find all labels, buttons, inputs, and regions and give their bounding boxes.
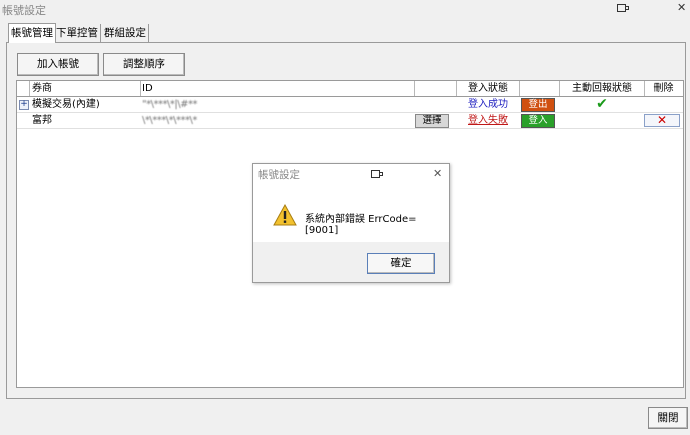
tab-order-control[interactable]: 下單控管 (54, 24, 101, 42)
tab-group-settings[interactable]: 群組設定 (102, 24, 149, 42)
close-button[interactable]: 關閉 (648, 407, 688, 429)
header-action (520, 81, 560, 96)
restore-window-icon[interactable] (617, 3, 629, 16)
tab-account-management[interactable]: 帳號管理 (8, 23, 56, 43)
window-title: 帳號設定 (2, 4, 46, 17)
close-icon[interactable]: ✕ (677, 1, 686, 14)
login-status: 登入失敗 (468, 115, 508, 126)
table-header: 券商 ID 登入狀態 主動回報狀態 刪除 (17, 81, 683, 97)
window-titlebar: 帳號設定 ✕ (0, 0, 690, 18)
account-id: "*\***\*|\#** (142, 99, 197, 110)
header-spacer (17, 81, 30, 96)
table-row[interactable]: 富邦 \*\***\*\***\* 選擇 登入失敗 登入 ✕ (17, 113, 683, 129)
reorder-button[interactable]: 調整順序 (103, 53, 185, 76)
login-button[interactable]: 登入 (521, 114, 555, 128)
ok-button[interactable]: 確定 (367, 253, 435, 274)
close-icon[interactable]: ✕ (433, 167, 442, 180)
login-status: 登入成功 (468, 99, 508, 110)
table-row[interactable]: + 模擬交易(內建) "*\***\*|\#** 登入成功 登出 ✔ (17, 97, 683, 113)
broker-name: 富邦 (32, 115, 52, 126)
account-id: \*\***\*\***\* (142, 115, 197, 126)
header-delete: 刪除 (653, 83, 674, 94)
header-login-status: 登入狀態 (457, 81, 520, 96)
logout-button[interactable]: 登出 (521, 98, 555, 112)
check-icon: ✔ (596, 96, 608, 112)
warning-icon (273, 203, 297, 229)
header-report-status: 主動回報狀態 (560, 81, 645, 96)
expand-icon[interactable]: + (19, 100, 29, 110)
select-button[interactable]: 選擇 (415, 114, 449, 128)
broker-name: 模擬交易(內建) (32, 99, 100, 110)
dialog-title: 帳號設定 (258, 169, 300, 181)
error-dialog: 帳號設定 ✕ 系統內部錯誤 ErrCode=[9001] 確定 (252, 163, 450, 283)
header-select (414, 81, 457, 96)
header-id: ID (140, 81, 415, 96)
header-broker: 券商 (30, 81, 141, 96)
dialog-footer: 確定 (253, 242, 449, 282)
delete-icon[interactable]: ✕ (644, 114, 680, 127)
error-message: 系統內部錯誤 ErrCode=[9001] (305, 214, 417, 236)
restore-window-icon[interactable] (371, 169, 383, 182)
add-account-button[interactable]: 加入帳號 (17, 53, 99, 76)
